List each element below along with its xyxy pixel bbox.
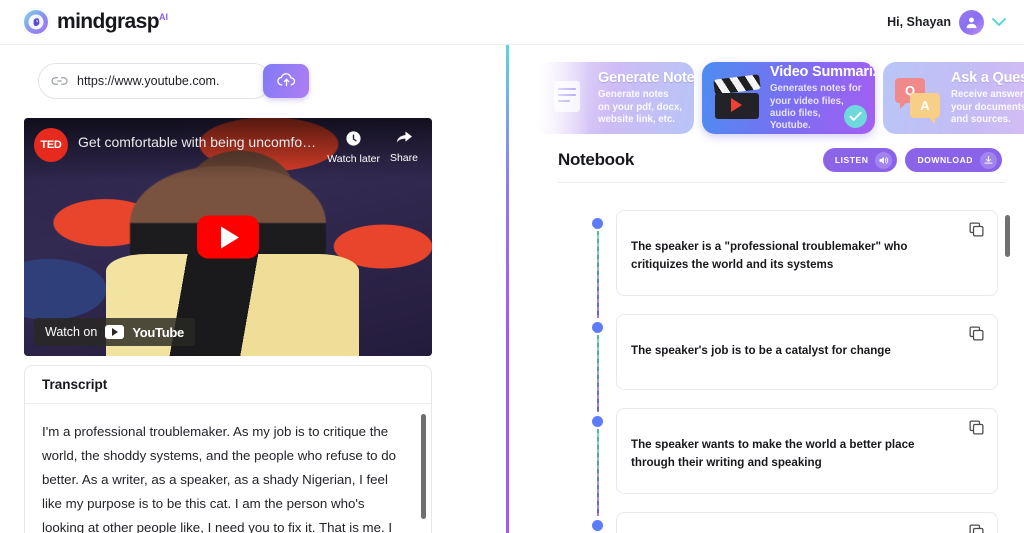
notebook-title: Notebook bbox=[558, 150, 634, 169]
notebook-note-card[interactable]: The author is saying that it takes just … bbox=[616, 512, 998, 533]
brand-logo[interactable]: mindgraspAI bbox=[22, 8, 168, 36]
transcript-scrollbar[interactable] bbox=[421, 414, 426, 519]
right-panel: Generate Notes Generate notes on your pd… bbox=[509, 45, 1024, 533]
timeline-connector bbox=[597, 231, 599, 318]
transcript-panel: Transcript I'm a professional troublemak… bbox=[24, 365, 432, 533]
app-header: mindgraspAI Hi, Shayan bbox=[0, 0, 1024, 45]
check-circle-icon bbox=[844, 105, 867, 128]
copy-icon[interactable] bbox=[968, 325, 985, 347]
video-player[interactable]: TED Get comfortable with being uncomfort… bbox=[24, 118, 432, 356]
list-item: The author is saying that it takes just … bbox=[592, 512, 998, 533]
brand-superscript: AI bbox=[158, 12, 168, 22]
user-avatar-icon[interactable] bbox=[959, 9, 984, 35]
clapperboard-play bbox=[731, 98, 742, 112]
app-root: mindgraspAI Hi, Shayan https://www.youtu… bbox=[0, 0, 1024, 533]
timeline-connector bbox=[597, 429, 599, 516]
copy-icon[interactable] bbox=[968, 523, 985, 533]
answer-bubble: A bbox=[910, 93, 940, 124]
upload-button[interactable] bbox=[263, 64, 309, 98]
user-menu[interactable]: Hi, Shayan bbox=[887, 9, 1006, 35]
url-input-row: https://www.youtube.com. bbox=[38, 63, 309, 99]
download-button[interactable]: DOWNLOAD bbox=[905, 148, 1002, 172]
feature-card-generate-notes[interactable]: Generate Notes Generate notes on your pd… bbox=[536, 62, 694, 134]
notebook-scrollbar[interactable] bbox=[1005, 215, 1010, 257]
notebook-header: Notebook LISTEN DOWNLOAD bbox=[509, 137, 1024, 183]
notebook-scroll-area: The speaker is a "professional troublema… bbox=[509, 183, 1024, 533]
video-title[interactable]: Get comfortable with being uncomfort… bbox=[78, 134, 317, 150]
feature-card-subtitle: Generate notes on your pdf, docx, websit… bbox=[598, 89, 682, 126]
feature-card-text: Generate Notes Generate notes on your pd… bbox=[598, 69, 694, 126]
youtube-label: YouTube bbox=[132, 324, 184, 340]
speaker-icon bbox=[875, 151, 893, 169]
feature-card-subtitle: Receive answers to your documents and so… bbox=[951, 89, 1024, 126]
notes-icon bbox=[548, 77, 588, 120]
clapperboard-top bbox=[713, 74, 761, 95]
feature-card-title: Ask a Question bbox=[951, 70, 1024, 87]
timeline-dot bbox=[592, 416, 603, 427]
video-top-bar: TED Get comfortable with being uncomfort… bbox=[24, 118, 432, 180]
notebook-note-card[interactable]: The speaker is a "professional troublema… bbox=[616, 210, 998, 296]
timeline-dot bbox=[592, 218, 603, 229]
brain-circle-icon bbox=[22, 8, 50, 36]
copy-icon[interactable] bbox=[968, 221, 985, 243]
clock-icon bbox=[345, 130, 362, 150]
share-label: Share bbox=[389, 152, 418, 164]
timeline-connector bbox=[597, 335, 599, 412]
link-icon bbox=[51, 75, 68, 87]
list-item: The speaker wants to make the world a be… bbox=[592, 408, 998, 516]
timeline-dot bbox=[592, 322, 603, 333]
play-triangle bbox=[221, 226, 239, 248]
note-text: The speaker's job is to be a catalyst fo… bbox=[631, 344, 891, 357]
list-item: The speaker is a "professional troublema… bbox=[592, 210, 998, 318]
feature-card-video-summarizer[interactable]: Video Summarizer Generates notes for you… bbox=[702, 62, 875, 134]
transcript-title: Transcript bbox=[25, 366, 431, 404]
feature-card-ask-a-question[interactable]: Q A Ask a Question Receive answers to yo… bbox=[883, 62, 1024, 134]
share-arrow-icon bbox=[395, 130, 413, 149]
timeline-dot bbox=[592, 520, 603, 531]
cloud-upload-icon bbox=[276, 71, 297, 92]
brand-name-text: mindgrasp bbox=[57, 10, 160, 33]
clapperboard-icon bbox=[713, 74, 761, 119]
chevron-down-icon[interactable] bbox=[992, 16, 1006, 29]
copy-icon[interactable] bbox=[968, 419, 985, 441]
left-panel: https://www.youtube.com. TED Get comfort… bbox=[0, 45, 506, 533]
list-item: The speaker's job is to be a catalyst fo… bbox=[592, 314, 998, 412]
watch-later-label: Watch later bbox=[327, 153, 380, 165]
notebook-note-card[interactable]: The speaker's job is to be a catalyst fo… bbox=[616, 314, 998, 390]
greeting-text: Hi, Shayan bbox=[887, 15, 951, 29]
listen-button[interactable]: LISTEN bbox=[822, 148, 898, 172]
feature-card-text: Ask a Question Receive answers to your d… bbox=[951, 69, 1024, 126]
download-label: DOWNLOAD bbox=[917, 155, 973, 165]
url-input-value: https://www.youtube.com. bbox=[77, 74, 220, 88]
question-answer-bubbles-icon: Q A bbox=[895, 77, 941, 124]
share-button[interactable]: Share bbox=[390, 130, 418, 164]
youtube-play-icon bbox=[105, 325, 125, 339]
feature-card-title: Generate Notes bbox=[598, 70, 694, 87]
brand-name: mindgraspAI bbox=[57, 10, 168, 34]
url-input[interactable]: https://www.youtube.com. bbox=[38, 63, 271, 99]
download-icon bbox=[980, 151, 997, 169]
watch-on-youtube-button[interactable]: Watch on YouTube bbox=[34, 318, 195, 346]
watch-on-label: Watch on bbox=[45, 325, 98, 339]
youtube-triangle bbox=[112, 328, 119, 336]
transcript-text: I'm a professional troublemaker. As my j… bbox=[42, 424, 397, 533]
ted-logo-icon[interactable]: TED bbox=[34, 128, 68, 162]
notebook-note-card[interactable]: The speaker wants to make the world a be… bbox=[616, 408, 998, 494]
play-button-icon[interactable] bbox=[197, 215, 259, 259]
note-text: The speaker wants to make the world a be… bbox=[631, 438, 915, 469]
feature-cards: Generate Notes Generate notes on your pd… bbox=[509, 62, 1024, 134]
note-text: The speaker is a "professional troublema… bbox=[631, 240, 908, 271]
notebook-timeline: The speaker is a "professional troublema… bbox=[592, 210, 998, 533]
watch-later-button[interactable]: Watch later bbox=[327, 130, 380, 165]
listen-label: LISTEN bbox=[834, 155, 869, 165]
ted-logo-text: TED bbox=[40, 139, 62, 151]
feature-card-title: Video Summarizer bbox=[770, 64, 875, 81]
